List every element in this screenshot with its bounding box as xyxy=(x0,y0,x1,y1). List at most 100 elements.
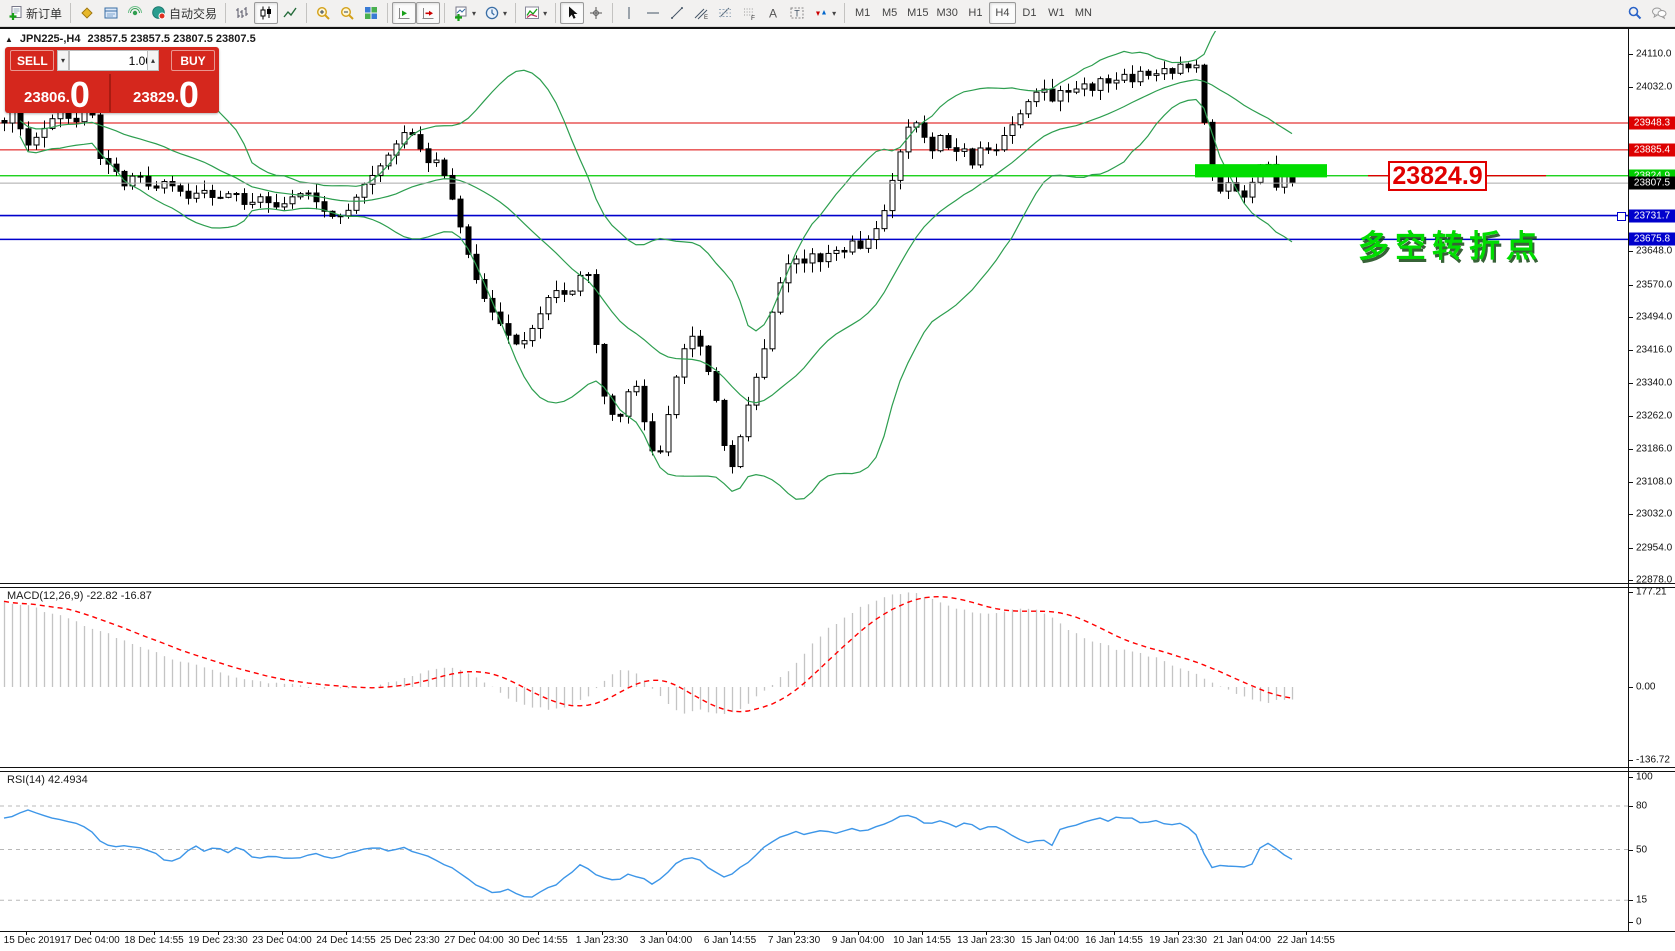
text-button[interactable]: A xyxy=(761,2,785,24)
timeframe-w1-button[interactable]: W1 xyxy=(1043,2,1070,24)
data-window-button[interactable] xyxy=(99,2,123,24)
timeframe-h1-button[interactable]: H1 xyxy=(962,2,989,24)
navigator-button[interactable] xyxy=(123,2,147,24)
cursor-icon xyxy=(564,5,580,21)
chart-window: ▲ JPN225-,H4 23857.5 23857.5 23807.5 238… xyxy=(0,27,1675,951)
turning-point-annotation[interactable]: 多空转折点 xyxy=(1358,221,1543,266)
new-order-button-label: 新订单 xyxy=(26,5,62,22)
toolbar-separator xyxy=(387,3,388,23)
vline-button[interactable] xyxy=(617,2,641,24)
macd-tick xyxy=(1628,687,1633,688)
timeframe-h4-button[interactable]: H4 xyxy=(989,2,1016,24)
grid-icon: F xyxy=(741,5,757,21)
buy-price[interactable]: 23829.0 xyxy=(113,74,219,112)
auto-scroll-icon xyxy=(420,5,436,21)
zoom-in-icon xyxy=(315,5,331,21)
line-chart-icon xyxy=(282,5,298,21)
chart-candles-button[interactable] xyxy=(254,2,278,24)
hline-icon xyxy=(645,5,661,21)
cursor-button[interactable] xyxy=(560,2,584,24)
price-line-label: 23807.5 xyxy=(1629,177,1675,190)
toolbar-separator xyxy=(70,3,71,23)
buy-price-pips: 0 xyxy=(179,79,199,111)
one-click-trading-panel: SELL ▾ ▴ BUY 23806.0 23829.0 xyxy=(5,47,219,113)
hline-selection-handle[interactable] xyxy=(1617,212,1626,221)
dropdown-arrow-icon[interactable]: ▾ xyxy=(543,9,547,18)
vline-icon xyxy=(621,5,637,21)
time-tick-label: 9 Jan 04:00 xyxy=(832,935,884,946)
time-tick-label: 19 Dec 23:30 xyxy=(188,935,248,946)
new-chart-button[interactable]: ▾ xyxy=(449,2,480,24)
price-tick xyxy=(1628,317,1633,318)
dropdown-arrow-icon[interactable]: ▾ xyxy=(832,9,836,18)
zoom-in-button[interactable] xyxy=(311,2,335,24)
rsi-tick xyxy=(1628,900,1633,901)
volume-down-button[interactable]: ▾ xyxy=(57,50,69,71)
grid-button[interactable]: F xyxy=(737,2,761,24)
price-callout-label[interactable]: 23824.9 xyxy=(1388,161,1487,191)
hline-button[interactable] xyxy=(641,2,665,24)
arrows-button[interactable]: ▾ xyxy=(809,2,840,24)
price-tick-label: 23416.0 xyxy=(1636,345,1672,356)
bar-chart-icon xyxy=(234,5,250,21)
trendline-button[interactable] xyxy=(665,2,689,24)
indicators-button[interactable]: ▾ xyxy=(520,2,551,24)
crosshair-icon xyxy=(588,5,604,21)
profiles-button[interactable]: ▾ xyxy=(480,2,511,24)
rsi-tick xyxy=(1628,922,1633,923)
new-order-button[interactable]: 新订单 xyxy=(4,2,66,24)
sell-price-main: 23806 xyxy=(24,85,66,111)
timeframe-mn-button[interactable]: MN xyxy=(1070,2,1097,24)
sell-price[interactable]: 23806.0 xyxy=(5,74,111,112)
timeframe-m15-button[interactable]: M15 xyxy=(903,2,932,24)
tile-windows-button[interactable] xyxy=(359,2,383,24)
auto-scroll-button[interactable] xyxy=(416,2,440,24)
time-tick-label: 15 Jan 04:00 xyxy=(1021,935,1079,946)
zoom-out-button[interactable] xyxy=(335,2,359,24)
dropdown-arrow-icon[interactable]: ▾ xyxy=(503,9,507,18)
toolbar-separator xyxy=(555,3,556,23)
price-tick-label: 23032.0 xyxy=(1636,509,1672,520)
price-tick-label: 24032.0 xyxy=(1636,82,1672,93)
chart-header: ▲ JPN225-,H4 23857.5 23857.5 23807.5 238… xyxy=(5,33,256,45)
dropdown-arrow-icon[interactable]: ▾ xyxy=(472,9,476,18)
price-tick xyxy=(1628,383,1633,384)
channel-icon: E xyxy=(693,5,709,21)
timeframe-d1-button[interactable]: D1 xyxy=(1016,2,1043,24)
timeframe-m30-button[interactable]: M30 xyxy=(933,2,962,24)
price-line-label: 23885.4 xyxy=(1629,143,1675,156)
chart-line-button[interactable] xyxy=(278,2,302,24)
volume-up-button[interactable]: ▴ xyxy=(147,50,159,71)
volume-input[interactable] xyxy=(69,50,157,71)
channel-button[interactable]: E xyxy=(689,2,713,24)
price-tick xyxy=(1628,580,1633,581)
price-axis-line xyxy=(1628,29,1629,931)
crosshair-button[interactable] xyxy=(584,2,608,24)
chart-shift-icon xyxy=(396,5,412,21)
time-tick-label: 25 Dec 23:30 xyxy=(380,935,440,946)
indicators-icon xyxy=(524,5,540,21)
chat-button[interactable] xyxy=(1647,2,1671,24)
chart-shift-button[interactable] xyxy=(392,2,416,24)
toolbar-separator xyxy=(844,3,845,23)
buy-price-main: 23829 xyxy=(133,85,175,111)
timeframe-m1-button[interactable]: M1 xyxy=(849,2,876,24)
macd-tick xyxy=(1628,592,1633,593)
buy-button[interactable]: BUY xyxy=(171,50,215,71)
text-label-button[interactable]: T xyxy=(785,2,809,24)
panel-collapse-icon[interactable]: ▲ xyxy=(5,35,13,44)
price-tick xyxy=(1628,87,1633,88)
pane-divider[interactable] xyxy=(0,583,1675,588)
timeframe-m5-button[interactable]: M5 xyxy=(876,2,903,24)
pane-divider[interactable] xyxy=(0,767,1675,772)
fibonacci-button[interactable] xyxy=(713,2,737,24)
time-tick-label: 13 Jan 23:30 xyxy=(957,935,1015,946)
chart-bars-button[interactable] xyxy=(230,2,254,24)
macd-tick-label: -136.72 xyxy=(1636,755,1670,766)
sell-button[interactable]: SELL xyxy=(10,50,54,71)
price-tick xyxy=(1628,285,1633,286)
autotrade-button[interactable]: 自动交易 xyxy=(147,2,221,24)
search-button[interactable] xyxy=(1623,2,1647,24)
price-tick-label: 22954.0 xyxy=(1636,542,1672,553)
market-watch-button[interactable] xyxy=(75,2,99,24)
